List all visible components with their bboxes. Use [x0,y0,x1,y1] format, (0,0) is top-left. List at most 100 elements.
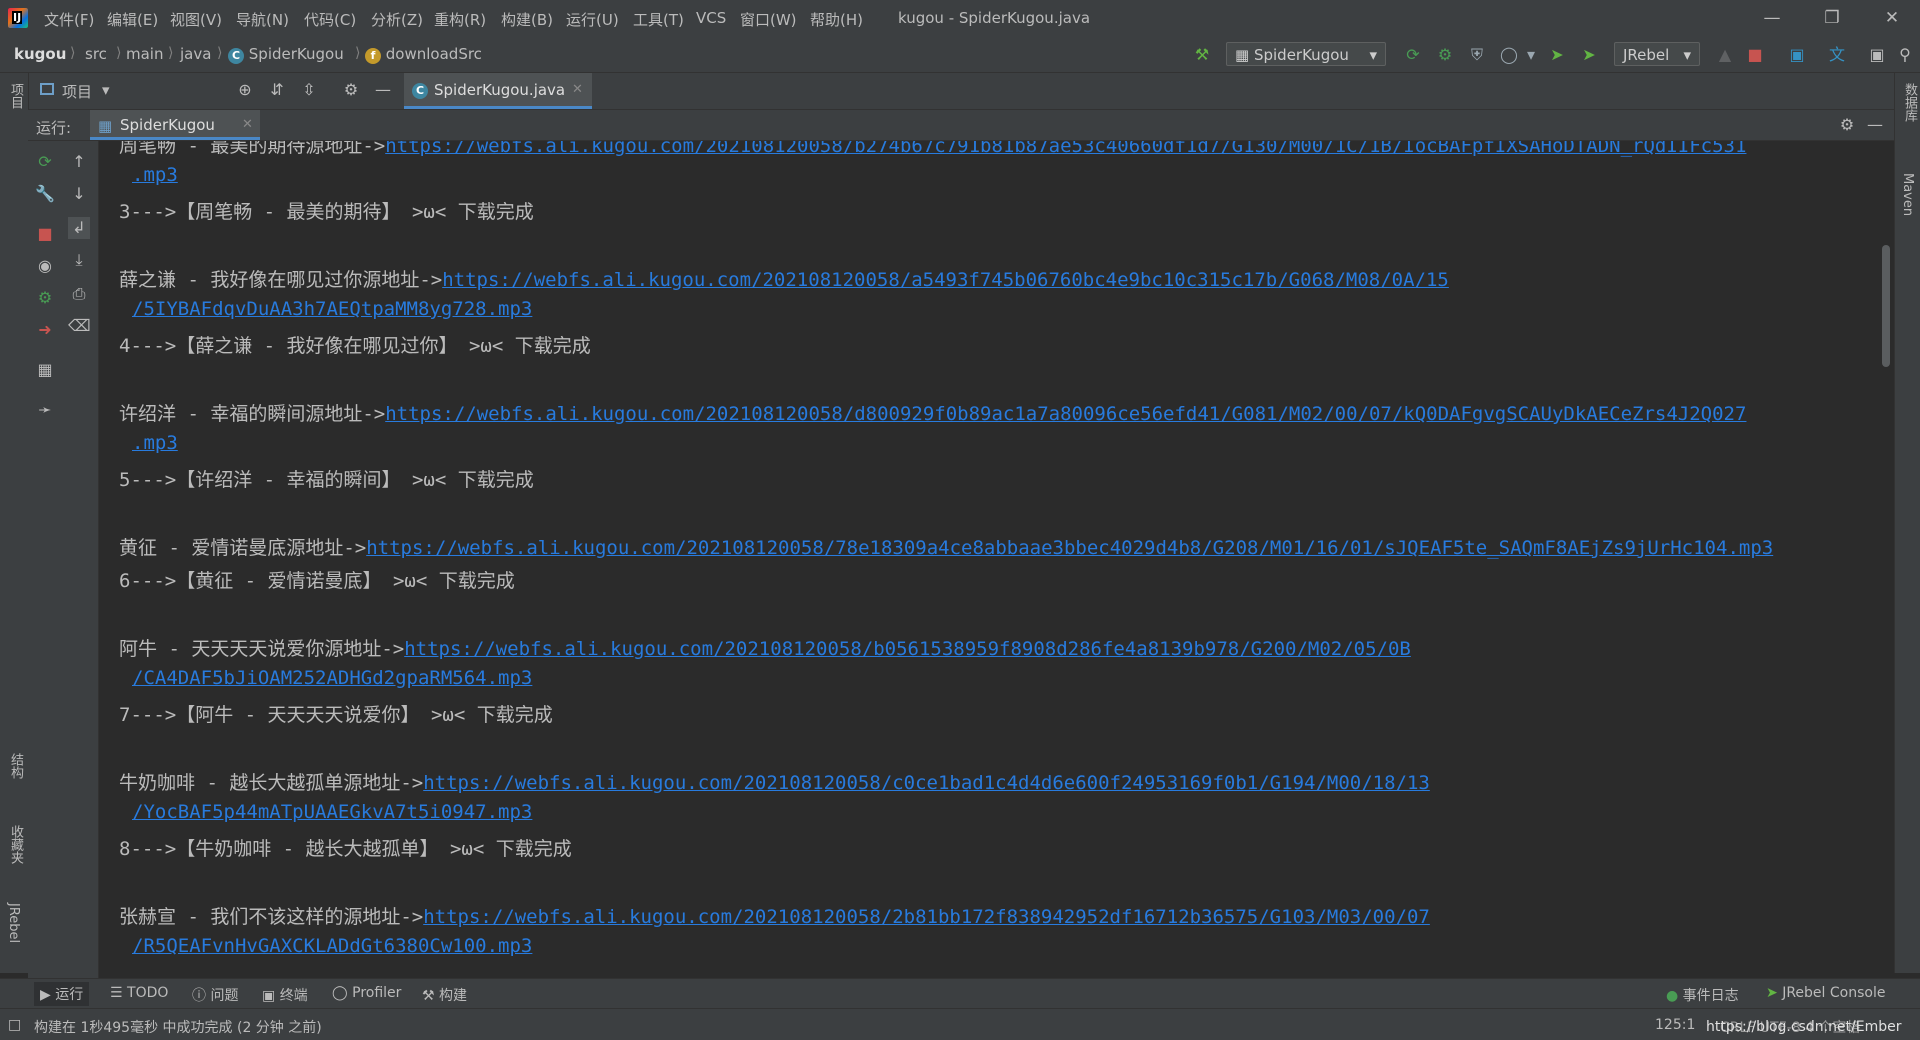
console-link[interactable]: https://webfs.ali.kugou.com/202108120058… [385,403,1746,425]
jrebel-select[interactable]: JRebel ▾ [1614,42,1700,66]
more-run-chevron-icon[interactable]: ▾ [1520,44,1542,66]
terminal-tool-button[interactable]: ▣ 终端 [262,985,308,1005]
close-tab-icon[interactable]: ✕ [242,117,253,132]
project-structure-icon[interactable]: ▣ [1786,44,1808,66]
todo-tool-button[interactable]: ☰ TODO [110,985,168,1001]
project-strip-button[interactable]: 项目 [6,83,25,109]
chevron-down-icon[interactable]: ▾ [102,81,110,99]
layout-icon[interactable]: ▦ [34,359,56,381]
menu-build[interactable]: 构建(B) [501,9,553,30]
trash-icon[interactable]: ⌫ [68,315,91,337]
soft-wrap-icon[interactable]: ↲ [68,217,90,239]
console-link[interactable]: .mp3 [132,432,178,454]
stop-icon[interactable]: ■ [1744,44,1766,66]
project-panel-label[interactable]: 项目 [62,81,92,102]
console-link[interactable]: https://webfs.ali.kugou.com/202108120058… [366,537,1773,559]
collapse-all-icon[interactable]: ⇳ [298,79,320,101]
chevron-right-icon: ⟩ [70,45,76,61]
locate-icon[interactable]: ⊕ [234,79,256,101]
scroll-to-end-icon[interactable]: ⤓ [68,249,90,271]
breadcrumb-main[interactable]: main [126,45,163,63]
console-link[interactable]: https://webfs.ali.kugou.com/202108120058… [423,772,1430,794]
hide-panel-icon[interactable]: — [372,79,394,101]
camera-icon[interactable]: ◉ [34,255,56,277]
menu-tools[interactable]: 工具(T) [633,9,684,30]
maven-strip-button[interactable]: Maven [1900,173,1915,216]
close-icon[interactable]: ✕ [1872,6,1912,30]
menu-view[interactable]: 视图(V) [170,9,222,30]
menu-run[interactable]: 运行(U) [566,9,619,30]
console-link[interactable]: https://webfs.ali.kugou.com/202108120058… [442,269,1449,291]
wrench-icon[interactable]: 🔧 [34,183,56,205]
debug-icon[interactable]: ⚙ [1434,44,1456,66]
breadcrumb-method[interactable]: f downloadSrc [365,45,482,64]
console-line: 5--->【许绍洋 - 幸福的瞬间】 >ω< 下载完成 [119,469,534,491]
build-tool-button[interactable]: ⚒ 构建 [422,985,467,1005]
print-icon[interactable]: ⎙ [68,283,90,305]
hide-panel-icon[interactable]: — [1864,114,1886,136]
menu-file[interactable]: 文件(F) [44,9,94,30]
jrebel-run-icon[interactable]: ➤ [1546,44,1568,66]
menu-edit[interactable]: 编辑(E) [107,9,158,30]
status-toggle-icon[interactable]: □ [8,1017,21,1033]
menu-window[interactable]: 窗口(W) [740,9,797,30]
stop-icon[interactable]: ■ [34,223,56,245]
menu-analyze[interactable]: 分析(Z) [371,9,423,30]
menu-help[interactable]: 帮助(H) [810,9,863,30]
editor-tab-spiderkugou[interactable]: C SpiderKugou.java ✕ [404,73,592,109]
coverage-icon[interactable]: ⛨ [1466,44,1488,66]
console-link[interactable]: https://webfs.ali.kugou.com/202108120058… [423,906,1430,928]
search-icon[interactable]: ⚲ [1894,44,1916,66]
console-link[interactable]: https://webfs.ali.kugou.com/202108120058… [404,638,1411,660]
console-link[interactable]: /YocBAF5p44mATpUAAEGkvA7t5i0947.mp3 [132,801,532,823]
favorites-strip-button[interactable]: 收藏夹 [6,825,25,864]
jrebel-console-button[interactable]: ➤ JRebel Console [1766,985,1885,1001]
gear-icon[interactable]: ⚙ [340,79,362,101]
menu-code[interactable]: 代码(C) [304,9,356,30]
breadcrumb-project[interactable]: kugou [14,45,66,63]
console-link[interactable]: /R5QEAFvnHvGAXCKLADdGt6380Cw100.mp3 [132,935,532,957]
structure-strip-button[interactable]: 结构 [6,753,25,779]
run-tool-button[interactable]: ▶ 运行 [34,982,90,1006]
menu-vcs[interactable]: VCS [696,9,726,27]
console-link[interactable]: .mp3 [132,164,178,186]
build-hammer-icon[interactable]: ⚒ [1191,44,1213,66]
console-link[interactable]: /5IYBAFdqvDuAA3h7AEQtpaMM8yg728.mp3 [132,298,532,320]
run-tab-spiderkugou[interactable]: ▦ SpiderKugou ✕ [90,110,260,140]
close-tab-icon[interactable]: ✕ [572,82,583,97]
jrebel-debug-icon[interactable]: ➤ [1578,44,1600,66]
profiler-tool-button[interactable]: ◯ Profiler [332,985,401,1001]
status-message[interactable]: 构建在 1秒495毫秒 中成功完成 (2 分钟 之前) [34,1017,322,1037]
expand-all-icon[interactable]: ⇵ [266,79,288,101]
problems-tool-button[interactable]: ⓘ 问题 [192,985,238,1005]
presentation-icon[interactable]: ▣ [1866,44,1888,66]
run-config-select[interactable]: ▦ SpiderKugou ▾ [1226,42,1386,66]
arrow-down-icon[interactable]: ↓ [68,183,90,205]
breadcrumb-class[interactable]: C SpiderKugou [228,45,344,64]
breadcrumb-src[interactable]: src [85,45,107,63]
attach-icon[interactable]: ▲ [1714,44,1736,66]
gear-icon[interactable]: ⚙ [1836,114,1858,136]
breadcrumb-java[interactable]: java [180,45,211,63]
debug-icon[interactable]: ⚙ [34,287,56,309]
menu-refactor[interactable]: 重构(R) [434,9,486,30]
pin-icon[interactable]: ➛ [34,399,56,421]
rerun-icon[interactable]: ⟳ [1402,44,1424,66]
jrebel-strip-button[interactable]: JRebel [6,903,21,943]
restore-icon[interactable]: ❐ [1812,6,1852,30]
exit-icon[interactable]: ➜ [34,319,56,341]
menu-navigate[interactable]: 导航(N) [236,9,289,30]
database-strip-button[interactable]: 数据库 [1900,83,1919,122]
arrow-up-icon[interactable]: ↑ [68,151,90,173]
event-log-button[interactable]: ● 事件日志 [1666,985,1739,1005]
translate-icon[interactable]: 文 [1826,44,1848,66]
minimize-icon[interactable]: — [1752,6,1792,30]
console-output[interactable]: 周笔畅 - 最美的期待源地址->https://webfs.ali.kugou.… [99,141,1879,978]
console-link[interactable]: https://webfs.ali.kugou.com/202108120058… [385,141,1746,157]
console-line: 薛之谦 - 我好像在哪见过你源地址->https://webfs.ali.kug… [119,265,1449,292]
console-link[interactable]: /CA4DAF5bJiOAM252ADHGd2gpaRM564.mp3 [132,667,532,689]
rerun-icon[interactable]: ⟳ [34,151,56,173]
profile-icon[interactable]: ◯ [1498,44,1520,66]
console-scrollbar[interactable] [1882,245,1890,367]
caret-position[interactable]: 125:1 [1655,1017,1695,1033]
